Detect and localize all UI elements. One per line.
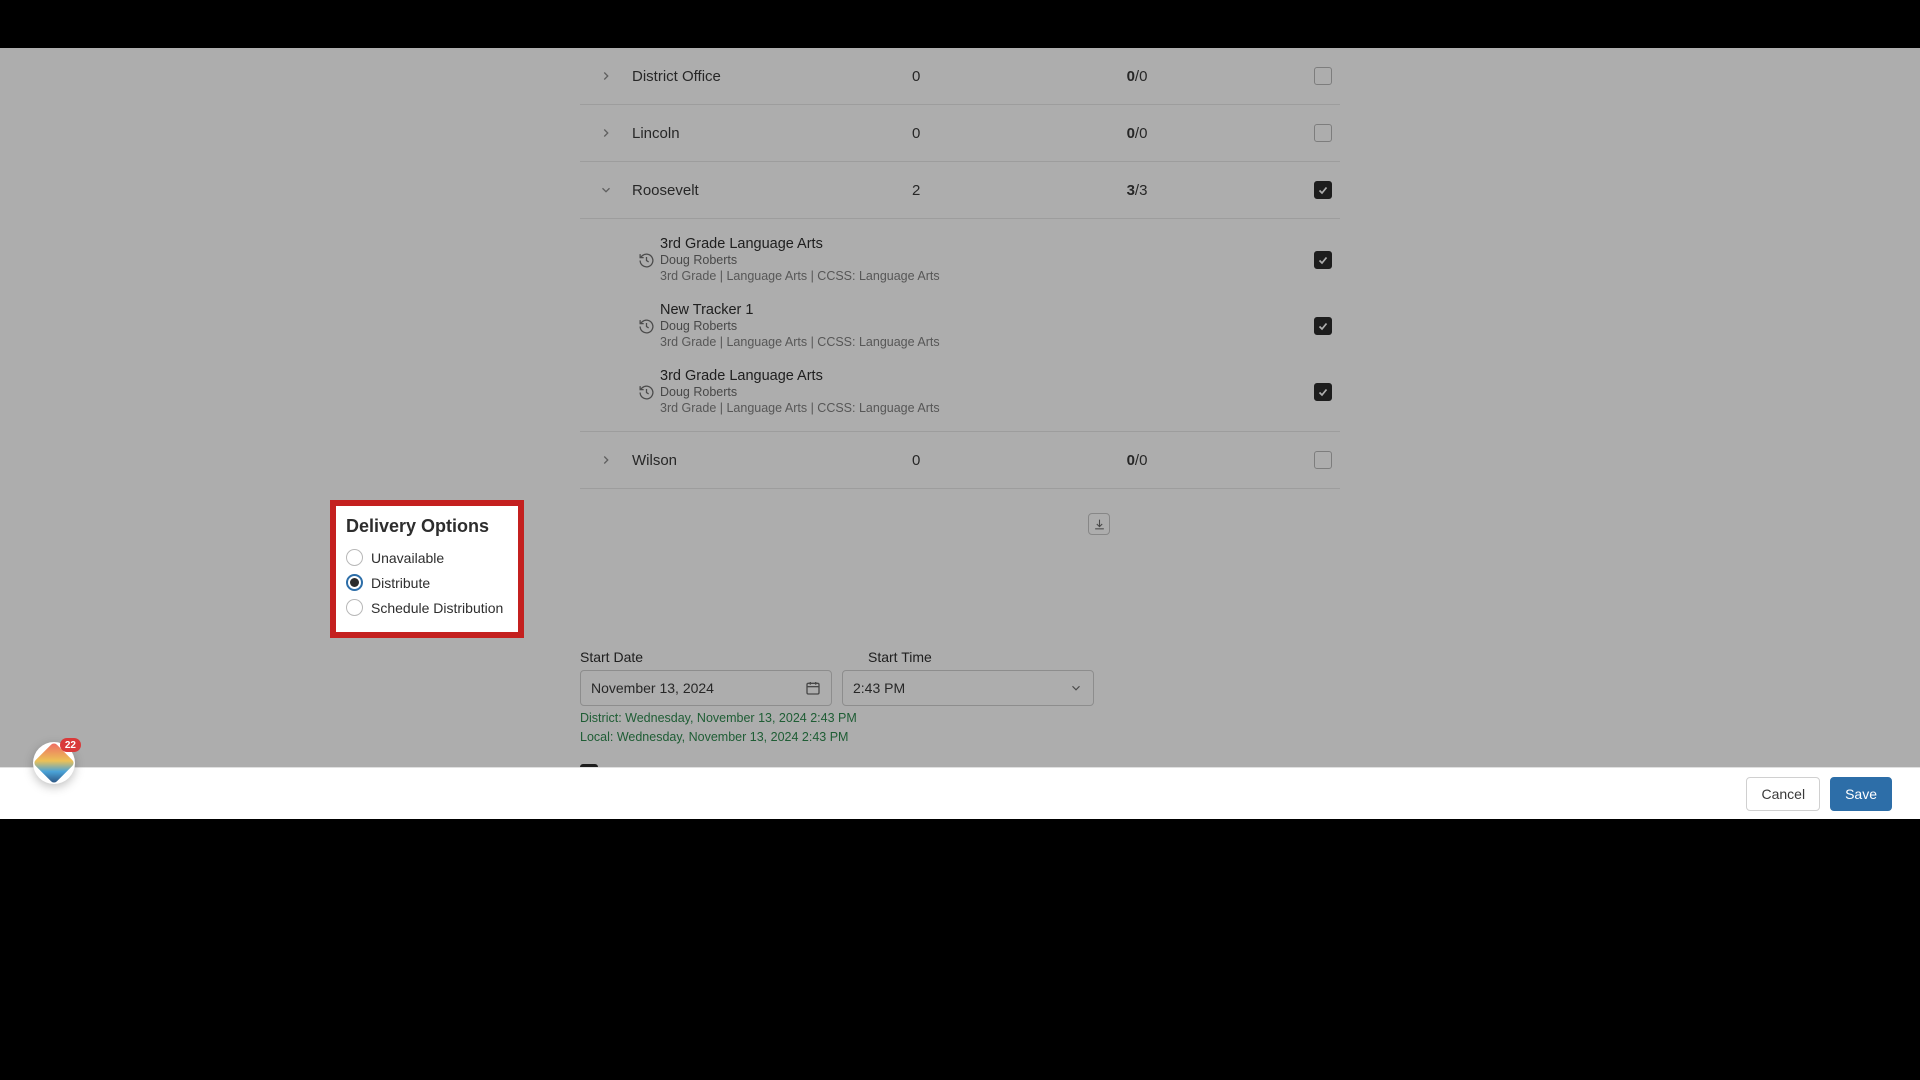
school-row-district-office[interactable]: District Office 0 0/0 <box>580 48 1340 105</box>
download-icon <box>1093 518 1106 531</box>
expand-toggle[interactable] <box>580 69 632 83</box>
radio-distribute[interactable] <box>346 574 363 591</box>
tracker-checkbox[interactable] <box>1314 251 1332 269</box>
school-count: 0 <box>912 452 1022 469</box>
school-name: District Office <box>632 68 912 85</box>
letterbox-bottom <box>0 819 1920 1080</box>
tracker-list: 3rd Grade Language Arts Doug Roberts 3rd… <box>580 219 1340 432</box>
cancel-button[interactable]: Cancel <box>1746 777 1820 811</box>
tracker-teacher: Doug Roberts <box>660 385 1252 400</box>
expand-toggle[interactable] <box>580 183 632 197</box>
school-count: 0 <box>912 68 1022 85</box>
radio-schedule[interactable] <box>346 599 363 616</box>
tracker-teacher: Doug Roberts <box>660 253 1252 268</box>
tracker-title: 3rd Grade Language Arts <box>660 368 1252 384</box>
chevron-down-icon <box>599 183 613 197</box>
start-time-label: Start Time <box>868 649 1120 665</box>
school-checkbox[interactable] <box>1314 67 1332 85</box>
chevron-right-icon <box>599 126 613 140</box>
tracker-meta: 3rd Grade | Language Arts | CCSS: Langua… <box>660 401 1252 416</box>
tracker-info: 3rd Grade Language Arts Doug Roberts 3rd… <box>660 236 1252 284</box>
help-widget[interactable]: 22 <box>33 742 75 784</box>
main-content: District Office 0 0/0 Lincoln 0 0/0 Roos… <box>580 48 1340 782</box>
calendar-icon <box>805 680 821 696</box>
chevron-right-icon <box>599 69 613 83</box>
school-checkbox[interactable] <box>1314 124 1332 142</box>
school-checkbox[interactable] <box>1314 451 1332 469</box>
chevron-right-icon <box>599 453 613 467</box>
app-viewport: District Office 0 0/0 Lincoln 0 0/0 Roos… <box>0 48 1920 819</box>
delivery-option-schedule[interactable]: Schedule Distribution <box>346 595 508 620</box>
footer-bar: Cancel Save <box>0 767 1920 819</box>
start-time-value: 2:43 PM <box>853 680 905 696</box>
tracker-checkbox[interactable] <box>1314 383 1332 401</box>
school-name: Lincoln <box>632 125 912 142</box>
start-time-select[interactable]: 2:43 PM <box>842 670 1094 706</box>
school-name: Wilson <box>632 452 912 469</box>
radio-label: Distribute <box>371 575 430 591</box>
tracker-row[interactable]: 3rd Grade Language Arts Doug Roberts 3rd… <box>580 227 1340 293</box>
ratio-b: /0 <box>1135 68 1148 85</box>
local-time-hint: Local: Wednesday, November 13, 2024 2:43… <box>580 730 1340 744</box>
delivery-options-title: Delivery Options <box>346 516 508 537</box>
start-date-label: Start Date <box>580 649 832 665</box>
radio-label: Schedule Distribution <box>371 600 503 616</box>
history-icon <box>632 384 660 401</box>
start-date-value: November 13, 2024 <box>591 680 714 696</box>
tracker-meta: 3rd Grade | Language Arts | CCSS: Langua… <box>660 269 1252 284</box>
delivery-option-distribute[interactable]: Distribute <box>346 570 508 595</box>
school-ratio: 3/3 <box>1022 182 1252 199</box>
expand-toggle[interactable] <box>580 126 632 140</box>
tracker-checkbox[interactable] <box>1314 317 1332 335</box>
school-ratio: 0/0 <box>1022 452 1252 469</box>
ratio-a: 3 <box>1127 182 1135 199</box>
school-ratio: 0/0 <box>1022 68 1252 85</box>
ratio-a: 0 <box>1127 452 1135 469</box>
tracker-row[interactable]: 3rd Grade Language Arts Doug Roberts 3rd… <box>580 359 1340 425</box>
ratio-b: /3 <box>1135 182 1148 199</box>
school-row-roosevelt[interactable]: Roosevelt 2 3/3 <box>580 162 1340 219</box>
school-row-lincoln[interactable]: Lincoln 0 0/0 <box>580 105 1340 162</box>
school-name: Roosevelt <box>632 182 912 199</box>
history-icon <box>632 252 660 269</box>
schedule-form: Start Date Start Time November 13, 2024 … <box>580 489 1340 782</box>
help-widget-badge: 22 <box>60 738 81 752</box>
letterbox-top <box>0 0 1920 48</box>
delivery-options-panel: Delivery Options Unavailable Distribute … <box>330 500 524 638</box>
tracker-title: 3rd Grade Language Arts <box>660 236 1252 252</box>
tracker-title: New Tracker 1 <box>660 302 1252 318</box>
school-count: 2 <box>912 182 1022 199</box>
tracker-meta: 3rd Grade | Language Arts | CCSS: Langua… <box>660 335 1252 350</box>
chevron-down-icon <box>1069 681 1083 695</box>
ratio-b: /0 <box>1135 125 1148 142</box>
ratio-a: 0 <box>1127 125 1135 142</box>
tracker-row[interactable]: New Tracker 1 Doug Roberts 3rd Grade | L… <box>580 293 1340 359</box>
tracker-info: 3rd Grade Language Arts Doug Roberts 3rd… <box>660 368 1252 416</box>
school-ratio: 0/0 <box>1022 125 1252 142</box>
start-date-input[interactable]: November 13, 2024 <box>580 670 832 706</box>
tracker-info: New Tracker 1 Doug Roberts 3rd Grade | L… <box>660 302 1252 350</box>
history-icon <box>632 318 660 335</box>
school-count: 0 <box>912 125 1022 142</box>
school-row-wilson[interactable]: Wilson 0 0/0 <box>580 432 1340 489</box>
district-time-hint: District: Wednesday, November 13, 2024 2… <box>580 711 1340 725</box>
expand-toggle[interactable] <box>580 453 632 467</box>
school-checkbox[interactable] <box>1314 181 1332 199</box>
ratio-a: 0 <box>1127 68 1135 85</box>
tracker-teacher: Doug Roberts <box>660 319 1252 334</box>
export-button[interactable] <box>1088 513 1110 535</box>
radio-unavailable[interactable] <box>346 549 363 566</box>
radio-label: Unavailable <box>371 550 444 566</box>
delivery-option-unavailable[interactable]: Unavailable <box>346 545 508 570</box>
ratio-b: /0 <box>1135 452 1148 469</box>
save-button[interactable]: Save <box>1830 777 1892 811</box>
